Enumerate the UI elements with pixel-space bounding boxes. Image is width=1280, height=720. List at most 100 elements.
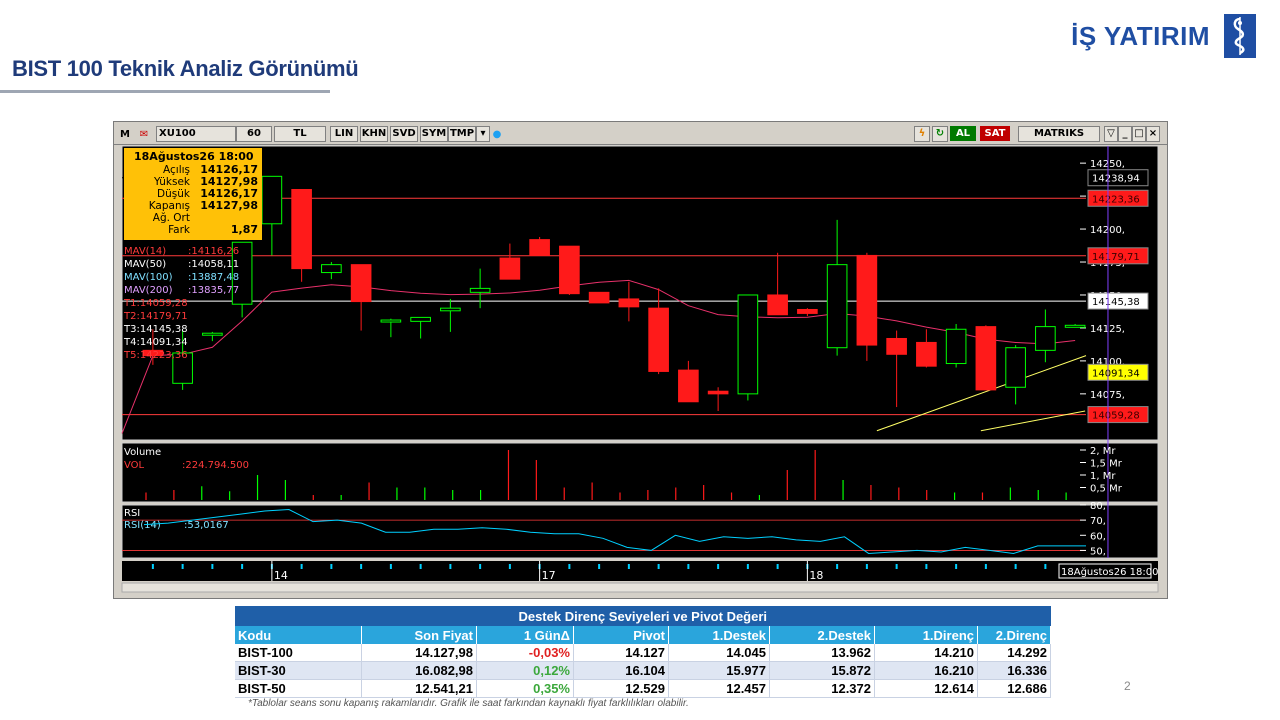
volume-title: Volume [124, 447, 161, 458]
al-button[interactable]: AL [950, 126, 976, 141]
time-tick [479, 564, 482, 569]
close-icon[interactable]: × [1146, 126, 1160, 142]
time-tick [865, 564, 868, 569]
dropdown-arrow-icon[interactable]: ▾ [476, 126, 490, 142]
col-header: Son Fiyat [361, 626, 477, 644]
refresh-icon[interactable]: ↻ [932, 126, 948, 142]
row-s2: 12.372 [769, 679, 875, 698]
candle-body [767, 294, 788, 316]
row-pivot: 16.104 [573, 661, 669, 680]
toolbar-currency[interactable]: TL [274, 126, 326, 142]
col-header: 2.Destek [769, 626, 875, 644]
volume-tick-label: 2, Mr [1090, 446, 1116, 457]
table-row: BIST-30 16.082,98 0,12% 16.104 15.977 15… [235, 661, 1051, 680]
time-tick [627, 564, 630, 569]
candle-body [856, 254, 878, 346]
row-last: 14.127,98 [361, 644, 477, 662]
volume-tick-label: 0,5 Mr [1090, 484, 1123, 495]
candle-body [737, 294, 759, 395]
brand-logo: İŞ YATIRIM [1071, 14, 1256, 58]
indicator-value: :13887,48 [188, 272, 239, 283]
row-r1: 16.210 [874, 661, 978, 680]
col-header: 1.Direnç [874, 626, 978, 644]
collapse-icon[interactable]: ▽ [1104, 126, 1118, 142]
info-label: Ağ. Ort [153, 212, 190, 224]
time-readout: 18Ağustos26 18:00 [1061, 566, 1158, 578]
toolbar-svd-button[interactable]: SVD [390, 126, 418, 142]
time-tick [568, 564, 571, 569]
level-label: 14179,71 [1092, 252, 1140, 263]
indicator-label: T1:14059,28 [123, 298, 188, 309]
info-label: Fark [168, 224, 191, 236]
row-last: 16.082,98 [361, 661, 477, 680]
row-s2: 15.872 [769, 661, 875, 680]
info-label: Yüksek [153, 176, 191, 188]
time-tick [687, 564, 690, 569]
row-s1: 15.977 [668, 661, 770, 680]
toolbar-m-button[interactable]: M [119, 127, 131, 142]
toolbar-khn-button[interactable]: KHN [360, 126, 388, 142]
candle-body [410, 316, 431, 322]
candle-body [1005, 347, 1026, 388]
toolbar-period[interactable]: 60 [236, 126, 272, 142]
time-tick [300, 564, 303, 569]
level-label: 14238,94 [1092, 174, 1140, 185]
candle-body [826, 264, 848, 349]
time-tick [211, 564, 214, 569]
time-tick [925, 564, 928, 569]
minimize-icon[interactable]: _ [1118, 126, 1132, 142]
level-label: 14145,38 [1092, 297, 1140, 308]
chart-window: M ✉ XU100 60 TL LIN KHN SVD SYM TMP ▾ ● … [113, 121, 1168, 599]
row-pivot: 14.127 [573, 644, 669, 662]
candle-body [440, 307, 461, 312]
indicator-label: MAV(200) [124, 285, 173, 296]
toolbar-tmp-button[interactable]: TMP [448, 126, 476, 142]
candle-body [1035, 326, 1056, 351]
row-code: BIST-50 [235, 679, 362, 698]
rsi-tick-label: 70, [1090, 516, 1106, 527]
toolbar-symbol[interactable]: XU100 [156, 126, 236, 142]
info-date: 18Ağustos26 18:00 [134, 150, 254, 163]
date-tick-label: 14 [274, 569, 288, 582]
volume-panel [121, 442, 1159, 503]
toolbar-lin-button[interactable]: LIN [330, 126, 358, 142]
bird-icon[interactable]: ● [490, 127, 504, 142]
candle-body [529, 239, 550, 256]
matriks-brand: MATRIKS [1018, 126, 1100, 142]
pivot-table: Destek Direnç Seviyeleri ve Pivot Değeri… [235, 606, 1051, 698]
indicator-label: MAV(14) [124, 246, 166, 257]
sat-button[interactable]: SAT [980, 126, 1010, 141]
time-tick [836, 564, 839, 569]
rsi-tick-label: 80, [1090, 501, 1106, 512]
info-value: 14127,98 [200, 199, 258, 212]
row-change: 0,35% [476, 679, 574, 698]
candle-body [1064, 324, 1086, 328]
time-tick [181, 564, 184, 569]
rsi-indicator-label: RSI(14) [124, 520, 161, 531]
time-tick [955, 564, 958, 569]
time-tick [895, 564, 898, 569]
candle-body [916, 341, 937, 367]
time-tick [776, 564, 779, 569]
time-tick [449, 564, 452, 569]
lightning-icon[interactable]: ϟ [914, 126, 930, 142]
candle-body [975, 326, 997, 391]
info-label: Düşük [157, 188, 191, 200]
toolbar-icon[interactable]: ✉ [134, 127, 154, 142]
rsi-tick-label: 60, [1090, 531, 1106, 542]
vol-label: VOL [124, 460, 145, 471]
maximize-icon[interactable]: □ [1132, 126, 1146, 142]
table-header-row: Kodu Son Fiyat 1 GünΔ Pivot 1.Destek 2.D… [235, 626, 1051, 644]
volume-tick-label: 1,5 Mr [1090, 459, 1123, 470]
time-tick [598, 564, 601, 569]
row-s2: 13.962 [769, 644, 875, 662]
col-header: Pivot [573, 626, 669, 644]
time-tick [360, 564, 363, 569]
info-label: Kapanış [149, 200, 190, 212]
row-s1: 14.045 [668, 644, 770, 662]
toolbar-sym-button[interactable]: SYM [420, 126, 448, 142]
row-r1: 12.614 [874, 679, 978, 698]
time-tick [508, 564, 511, 569]
candle-body [559, 245, 580, 295]
indicator-label: T3:14145,38 [123, 324, 188, 335]
